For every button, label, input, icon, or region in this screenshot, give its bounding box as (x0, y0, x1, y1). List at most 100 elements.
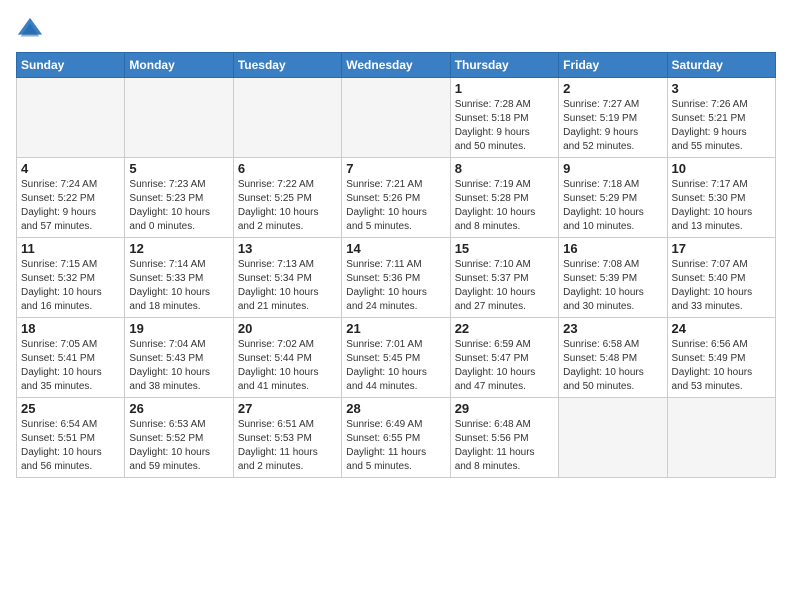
calendar-cell: 26 Sunrise: 6:53 AM Sunset: 5:52 PM Dayli… (125, 398, 233, 478)
calendar-table: SundayMondayTuesdayWednesdayThursdayFrid… (16, 52, 776, 478)
day-info: Sunrise: 7:23 AM Sunset: 5:23 PM Dayligh… (129, 178, 228, 234)
day-number: 10 (672, 161, 771, 176)
day-info: Sunrise: 7:13 AM Sunset: 5:34 PM Dayligh… (238, 258, 337, 314)
day-number: 18 (21, 321, 120, 336)
day-number: 22 (455, 321, 554, 336)
day-number: 5 (129, 161, 228, 176)
calendar-cell: 20Sunrise: 7:02 AM Sunset: 5:44 PM Dayli… (233, 318, 341, 398)
calendar-cell: 6Sunrise: 7:22 AM Sunset: 5:25 PM Daylig… (233, 158, 341, 238)
calendar-cell: 15 Sunrise: 7:10 AM Sunset: 5:37 PM Dayli… (450, 238, 558, 318)
calendar-week-row: 4 Sunrise: 7:24 AM Sunset: 5:22 PM Daylig… (17, 158, 776, 238)
day-number: 9 (563, 161, 662, 176)
day-info: Sunrise: 7:08 AM Sunset: 5:39 PM Dayligh… (563, 258, 662, 314)
day-info: Sunrise: 7:17 AM Sunset: 5:30 PM Dayligh… (672, 178, 771, 234)
day-info: Sunrise: 7:01 AM Sunset: 5:45 PM Dayligh… (346, 338, 445, 394)
day-number: 12 (129, 241, 228, 256)
day-number: 29 (455, 401, 554, 416)
day-info: Sunrise: 6:54 AM Sunset: 5:51 PM Dayligh… (21, 418, 120, 474)
day-number: 28 (346, 401, 445, 416)
calendar-week-row: 1 Sunrise: 7:28 AM Sunset: 5:18 PM Daylig… (17, 78, 776, 158)
day-info: Sunrise: 6:59 AM Sunset: 5:47 PM Dayligh… (455, 338, 554, 394)
calendar-cell: 2Sunrise: 7:27 AM Sunset: 5:19 PM Daylig… (559, 78, 667, 158)
day-number: 14 (346, 241, 445, 256)
logo (16, 16, 48, 44)
calendar-week-row: 25Sunrise: 6:54 AM Sunset: 5:51 PM Dayli… (17, 398, 776, 478)
calendar-cell: 9 Sunrise: 7:18 AM Sunset: 5:29 PM Daylig… (559, 158, 667, 238)
day-number: 19 (129, 321, 228, 336)
day-number: 3 (672, 81, 771, 96)
day-info: Sunrise: 6:56 AM Sunset: 5:49 PM Dayligh… (672, 338, 771, 394)
page-header (16, 16, 776, 44)
day-number: 8 (455, 161, 554, 176)
calendar-week-row: 18 Sunrise: 7:05 AM Sunset: 5:41 PM Dayli… (17, 318, 776, 398)
day-number: 15 (455, 241, 554, 256)
calendar-cell: 8 Sunrise: 7:19 AM Sunset: 5:28 PM Daylig… (450, 158, 558, 238)
day-number: 21 (346, 321, 445, 336)
weekday-header: Thursday (450, 53, 558, 78)
calendar-cell: 28 Sunrise: 6:49 AM Sunset: 6:55 PM Dayli… (342, 398, 450, 478)
calendar-cell (667, 398, 775, 478)
day-info: Sunrise: 6:49 AM Sunset: 6:55 PM Dayligh… (346, 418, 445, 474)
calendar-cell: 14 Sunrise: 7:11 AM Sunset: 5:36 PM Dayli… (342, 238, 450, 318)
day-info: Sunrise: 7:14 AM Sunset: 5:33 PM Dayligh… (129, 258, 228, 314)
day-number: 6 (238, 161, 337, 176)
calendar-cell: 24 Sunrise: 6:56 AM Sunset: 5:49 PM Dayli… (667, 318, 775, 398)
day-info: Sunrise: 7:19 AM Sunset: 5:28 PM Dayligh… (455, 178, 554, 234)
day-number: 13 (238, 241, 337, 256)
calendar-cell: 7 Sunrise: 7:21 AM Sunset: 5:26 PM Daylig… (342, 158, 450, 238)
calendar-cell: 16 Sunrise: 7:08 AM Sunset: 5:39 PM Dayli… (559, 238, 667, 318)
day-number: 2 (563, 81, 662, 96)
calendar-cell: 18 Sunrise: 7:05 AM Sunset: 5:41 PM Dayli… (17, 318, 125, 398)
calendar-cell: 27 Sunrise: 6:51 AM Sunset: 5:53 PM Dayli… (233, 398, 341, 478)
day-info: Sunrise: 7:24 AM Sunset: 5:22 PM Dayligh… (21, 178, 120, 234)
day-info: Sunrise: 6:51 AM Sunset: 5:53 PM Dayligh… (238, 418, 337, 474)
calendar-cell (559, 398, 667, 478)
calendar-week-row: 11Sunrise: 7:15 AM Sunset: 5:32 PM Dayli… (17, 238, 776, 318)
day-info: Sunrise: 6:53 AM Sunset: 5:52 PM Dayligh… (129, 418, 228, 474)
day-number: 27 (238, 401, 337, 416)
day-number: 16 (563, 241, 662, 256)
day-number: 20 (238, 321, 337, 336)
day-info: Sunrise: 7:21 AM Sunset: 5:26 PM Dayligh… (346, 178, 445, 234)
calendar-cell: 22 Sunrise: 6:59 AM Sunset: 5:47 PM Dayli… (450, 318, 558, 398)
calendar-cell: 11Sunrise: 7:15 AM Sunset: 5:32 PM Dayli… (17, 238, 125, 318)
calendar-cell: 10 Sunrise: 7:17 AM Sunset: 5:30 PM Dayli… (667, 158, 775, 238)
day-info: Sunrise: 7:28 AM Sunset: 5:18 PM Dayligh… (455, 98, 554, 154)
calendar-cell: 13 Sunrise: 7:13 AM Sunset: 5:34 PM Dayli… (233, 238, 341, 318)
day-number: 17 (672, 241, 771, 256)
calendar-cell: 29 Sunrise: 6:48 AM Sunset: 5:56 PM Dayli… (450, 398, 558, 478)
weekday-header-row: SundayMondayTuesdayWednesdayThursdayFrid… (17, 53, 776, 78)
calendar-cell: 12 Sunrise: 7:14 AM Sunset: 5:33 PM Dayli… (125, 238, 233, 318)
day-number: 7 (346, 161, 445, 176)
day-info: Sunrise: 7:11 AM Sunset: 5:36 PM Dayligh… (346, 258, 445, 314)
day-number: 1 (455, 81, 554, 96)
calendar-cell: 23Sunrise: 6:58 AM Sunset: 5:48 PM Dayli… (559, 318, 667, 398)
day-info: Sunrise: 7:05 AM Sunset: 5:41 PM Dayligh… (21, 338, 120, 394)
calendar-cell: 17 Sunrise: 7:07 AM Sunset: 5:40 PM Dayli… (667, 238, 775, 318)
calendar-cell: 25Sunrise: 6:54 AM Sunset: 5:51 PM Dayli… (17, 398, 125, 478)
logo-icon (16, 16, 44, 44)
calendar-cell (17, 78, 125, 158)
day-number: 26 (129, 401, 228, 416)
calendar-cell: 3 Sunrise: 7:26 AM Sunset: 5:21 PM Daylig… (667, 78, 775, 158)
day-info: Sunrise: 7:18 AM Sunset: 5:29 PM Dayligh… (563, 178, 662, 234)
day-number: 4 (21, 161, 120, 176)
day-info: Sunrise: 7:04 AM Sunset: 5:43 PM Dayligh… (129, 338, 228, 394)
day-info: Sunrise: 7:15 AM Sunset: 5:32 PM Dayligh… (21, 258, 120, 314)
weekday-header: Wednesday (342, 53, 450, 78)
day-info: Sunrise: 6:48 AM Sunset: 5:56 PM Dayligh… (455, 418, 554, 474)
day-number: 23 (563, 321, 662, 336)
day-info: Sunrise: 7:10 AM Sunset: 5:37 PM Dayligh… (455, 258, 554, 314)
weekday-header: Monday (125, 53, 233, 78)
calendar-cell: 21 Sunrise: 7:01 AM Sunset: 5:45 PM Dayli… (342, 318, 450, 398)
weekday-header: Friday (559, 53, 667, 78)
calendar-cell (125, 78, 233, 158)
calendar-cell (233, 78, 341, 158)
day-number: 24 (672, 321, 771, 336)
calendar-cell: 19 Sunrise: 7:04 AM Sunset: 5:43 PM Dayli… (125, 318, 233, 398)
day-info: Sunrise: 7:07 AM Sunset: 5:40 PM Dayligh… (672, 258, 771, 314)
calendar-cell: 5 Sunrise: 7:23 AM Sunset: 5:23 PM Daylig… (125, 158, 233, 238)
day-info: Sunrise: 7:26 AM Sunset: 5:21 PM Dayligh… (672, 98, 771, 154)
weekday-header: Saturday (667, 53, 775, 78)
calendar-cell: 4 Sunrise: 7:24 AM Sunset: 5:22 PM Daylig… (17, 158, 125, 238)
